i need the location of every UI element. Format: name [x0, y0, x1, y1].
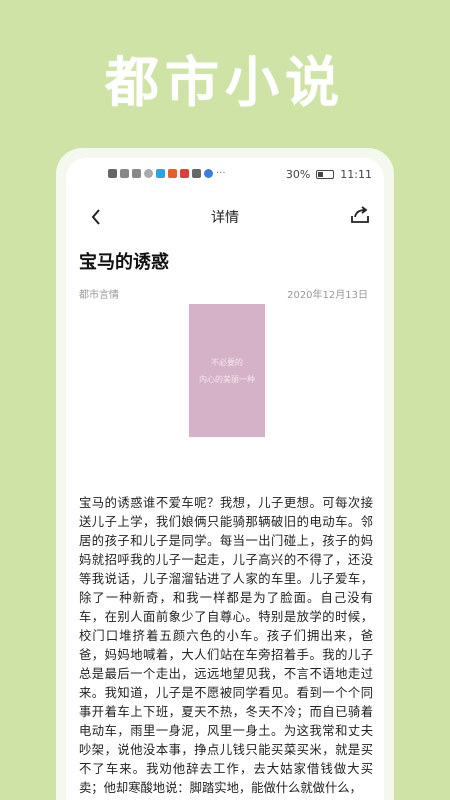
clock: 11:11	[340, 168, 372, 181]
nav-bar: 详情	[66, 200, 384, 230]
cover-image: 不必要的 内心的美丽一种	[189, 304, 265, 437]
share-icon[interactable]	[350, 206, 370, 228]
article-category: 都市言情	[79, 290, 119, 301]
app-screen: ··· 30% 11:11 详情 宝马的诱惑 都市言情 2020年12月13日 …	[66, 158, 384, 800]
article-body: 宝马的诱惑谁不爱车呢？我想，儿子更想。可每次接送儿子上学，我们娘俩只能骑那辆破旧…	[79, 496, 373, 795]
status-icons: ···	[108, 168, 226, 179]
banner-title: 都市小说	[105, 51, 345, 114]
article-date: 2020年12月13日	[287, 290, 368, 301]
phone-frame: ··· 30% 11:11 详情 宝马的诱惑 都市言情 2020年12月13日 …	[56, 148, 394, 800]
article-meta: 都市言情 2020年12月13日	[79, 286, 368, 301]
bottom-bar: 579	[66, 796, 384, 800]
app-notification-icon-4	[204, 169, 213, 178]
mail-icon	[192, 169, 201, 178]
page-title: 详情	[211, 210, 239, 226]
app-notification-icon-3	[180, 169, 189, 178]
app-notification-icon-2	[168, 169, 177, 178]
cover-text-line2: 内心的美丽一种	[199, 374, 255, 384]
more-notifications-icon: ···	[216, 168, 226, 179]
signal-icon	[120, 169, 129, 178]
status-bar: ··· 30% 11:11	[66, 166, 384, 184]
status-right: 30% 11:11	[286, 168, 372, 181]
article-title: 宝马的诱惑	[79, 252, 169, 273]
battery-percent: 30%	[285, 168, 311, 181]
hd-icon	[108, 169, 117, 178]
battery-icon	[316, 170, 335, 179]
wifi-icon	[144, 169, 153, 178]
app-notification-icon	[156, 169, 165, 178]
cover-text-line1: 不必要的	[211, 357, 243, 367]
signal-icon-2	[132, 169, 141, 178]
